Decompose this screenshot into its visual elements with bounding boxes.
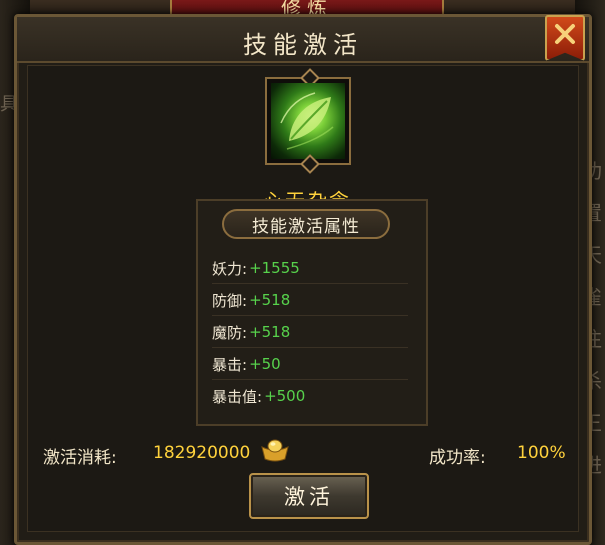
attribute-label: 妖力:	[212, 259, 248, 278]
dialog-title: 技能激活	[243, 31, 363, 59]
attribute-row: 魔防: +518	[212, 317, 408, 348]
close-x-icon	[555, 24, 575, 44]
attribute-value: +518	[249, 291, 291, 309]
gold-ingot-icon	[261, 439, 289, 462]
attribute-value: +500	[264, 387, 306, 405]
background-left-glyph: 具	[0, 94, 18, 115]
attribute-row: 暴击值: +500	[212, 381, 408, 411]
attribute-panel-header: 技能激活属性	[222, 209, 390, 239]
attribute-row: 暴击: +50	[212, 349, 408, 380]
skill-icon-frame[interactable]	[265, 77, 351, 165]
skill-activate-dialog: 技能激活 心无杂念 技能激活属性 妖力: +1555 防御: +	[14, 14, 592, 545]
attribute-value: +1555	[249, 259, 300, 277]
cost-label: 激活消耗:	[43, 448, 117, 468]
attribute-row: 防御: +518	[212, 285, 408, 316]
attribute-panel: 技能激活属性 妖力: +1555 防御: +518 魔防: +518 暴击: +…	[196, 199, 428, 426]
success-rate-value: 100%	[517, 443, 566, 463]
attribute-label: 暴击值:	[212, 387, 263, 406]
attribute-row: 妖力: +1555	[212, 253, 408, 284]
green-leaf-skill-icon	[271, 83, 345, 159]
attribute-value: +50	[249, 355, 281, 373]
dialog-header: 技能激活	[17, 15, 589, 63]
attribute-value: +518	[249, 323, 291, 341]
attribute-label: 防御:	[212, 291, 248, 310]
success-rate-label: 成功率:	[429, 448, 486, 468]
activate-button[interactable]: 激活	[249, 473, 369, 519]
attribute-label: 魔防:	[212, 323, 248, 342]
attribute-panel-title: 技能激活属性	[252, 216, 360, 237]
cost-value: 182920000	[153, 443, 251, 463]
attribute-label: 暴击:	[212, 355, 248, 374]
